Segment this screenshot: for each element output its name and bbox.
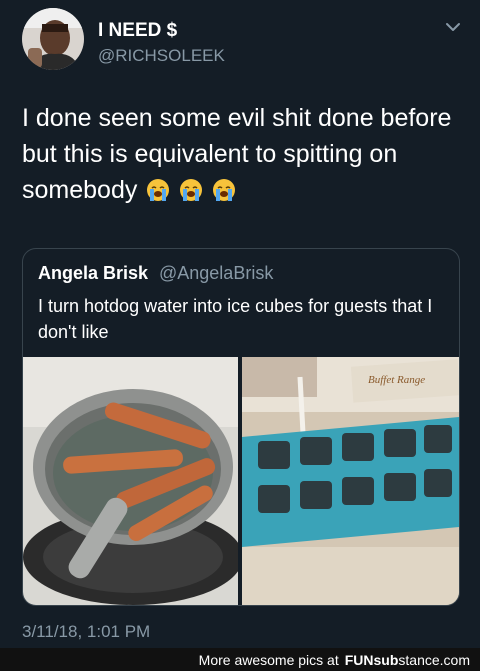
display-name[interactable]: I NEED $ <box>98 20 177 42</box>
avatar[interactable] <box>22 8 84 70</box>
quoted-handle: @AngelaBrisk <box>159 263 274 283</box>
quoted-tweet[interactable]: Angela Brisk @AngelaBrisk I turn hotdog … <box>22 248 460 606</box>
quoted-text: I turn hotdog water into ice cubes for g… <box>38 296 433 342</box>
watermark-footer: More awesome pics at FUNsubstance.com <box>0 648 480 671</box>
tweet-text: I done seen some evil shit done before b… <box>22 100 462 208</box>
timestamp[interactable]: 3/11/18, 1:01 PM <box>22 622 150 642</box>
tweet-header: I NEED $ @RICHSOLEEK <box>22 8 462 72</box>
crying-face-icon <box>147 179 170 201</box>
chevron-down-icon[interactable] <box>444 18 462 36</box>
crying-face-icon <box>180 179 203 201</box>
handle[interactable]: @RICHSOLEEK <box>98 46 225 66</box>
ice-tray-image[interactable]: Buffet Range <box>242 357 459 605</box>
brand-rest: stance.com <box>398 651 470 668</box>
footer-prefix: More awesome pics at <box>198 651 339 668</box>
hotdog-pot-image[interactable] <box>23 357 238 605</box>
brand-main: FUNsub <box>344 651 399 668</box>
brand-logo[interactable]: FUNsubstance.com <box>345 652 470 668</box>
crying-face-icon <box>213 179 236 201</box>
avatar-photo <box>22 8 84 70</box>
quoted-display-name: Angela Brisk <box>38 263 149 283</box>
tweet-body: I done seen some evil shit done before b… <box>22 104 452 204</box>
tray-box-label: Buffet Range <box>368 374 425 386</box>
